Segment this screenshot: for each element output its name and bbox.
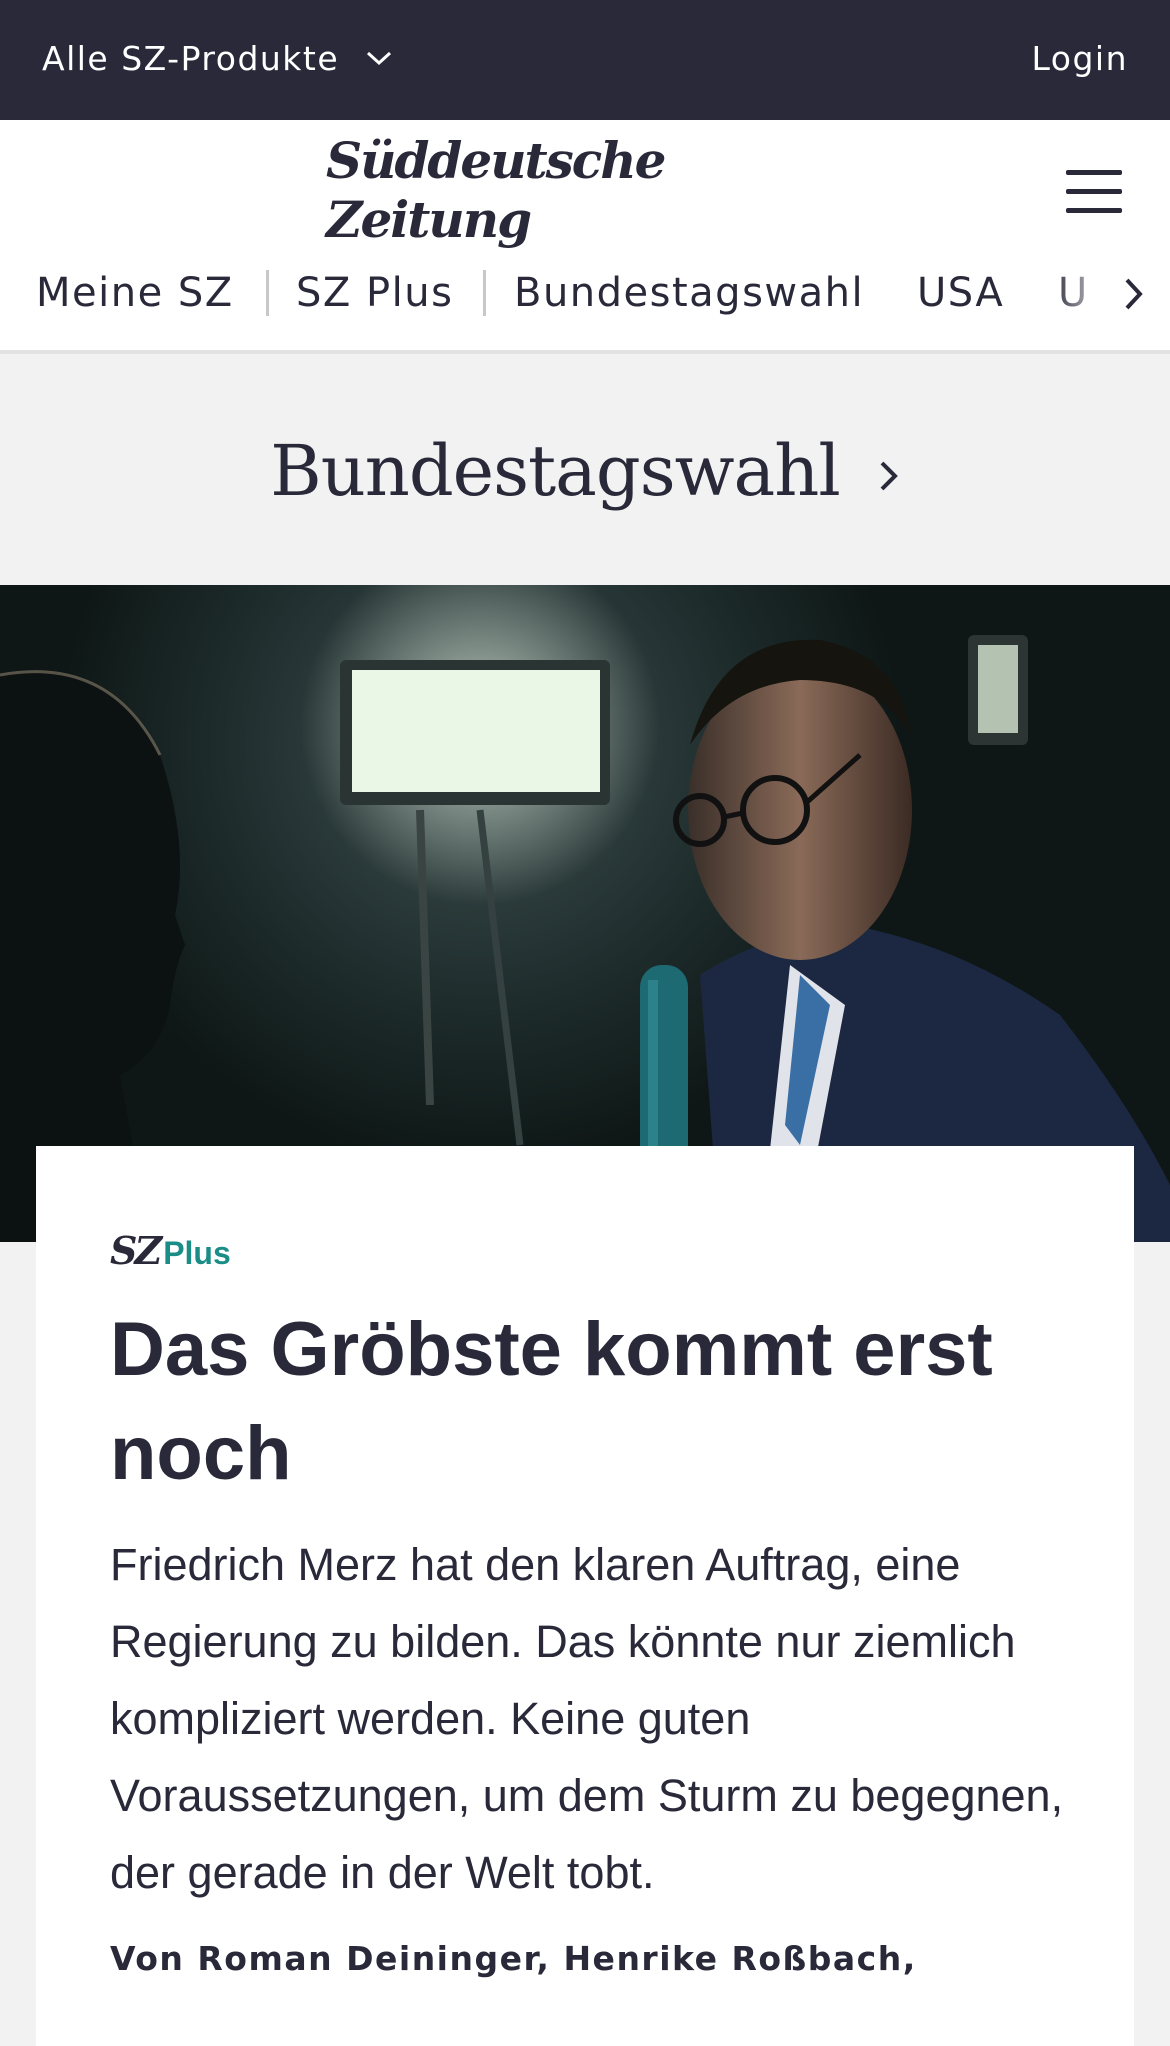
article-byline: Von Roman Deininger, Henrike Roßbach, xyxy=(110,1939,917,1978)
section-heading-link[interactable]: Bundestagswahl xyxy=(0,358,1170,584)
nav-divider xyxy=(483,270,486,316)
top-bar: Alle SZ-Produkte Login xyxy=(0,0,1170,120)
sz-plus-badge: SZ Plus xyxy=(110,1228,231,1273)
article-headline[interactable]: Das Gröbste kommt erst noch xyxy=(110,1298,1100,1506)
nav-item-sz-plus[interactable]: SZ Plus xyxy=(296,268,453,318)
nav-fade xyxy=(1050,260,1170,326)
nav-item-usa[interactable]: USA xyxy=(917,268,1004,318)
hero-photo xyxy=(0,585,1170,1242)
chevron-right-icon[interactable] xyxy=(1118,276,1148,312)
sz-plus-badge-plus: Plus xyxy=(163,1235,231,1271)
hero-image[interactable] xyxy=(0,585,1170,1242)
all-products-dropdown[interactable]: Alle SZ-Produkte xyxy=(42,36,393,80)
menu-line xyxy=(1066,170,1122,175)
site-header: Süddeutsche Zeitung Meine SZ SZ Plus Bun… xyxy=(0,120,1170,354)
article-teaser: Friedrich Merz hat den klaren Auftrag, e… xyxy=(110,1539,1064,1898)
sz-plus-badge-sz: SZ xyxy=(110,1228,162,1273)
all-products-label: Alle SZ-Produkte xyxy=(42,38,340,78)
sz-logo[interactable]: Süddeutsche Zeitung xyxy=(326,131,846,249)
article-teaser-card[interactable]: SZ Plus Das Gröbste kommt erst noch Frie… xyxy=(36,1146,1134,2046)
menu-line xyxy=(1066,189,1122,194)
chevron-right-icon xyxy=(880,461,898,491)
chevron-down-icon xyxy=(367,51,392,66)
menu-line xyxy=(1066,208,1122,213)
section-title: Bundestagswahl xyxy=(270,430,840,512)
section-nav: Meine SZ SZ Plus Bundestagswahl USA U xyxy=(0,260,1170,326)
nav-divider xyxy=(266,270,269,316)
hamburger-menu-icon[interactable] xyxy=(1066,170,1122,214)
nav-item-bundestagswahl[interactable]: Bundestagswahl xyxy=(514,268,864,318)
nav-item-meine-sz[interactable]: Meine SZ xyxy=(36,268,234,318)
login-link[interactable]: Login xyxy=(1031,36,1128,80)
